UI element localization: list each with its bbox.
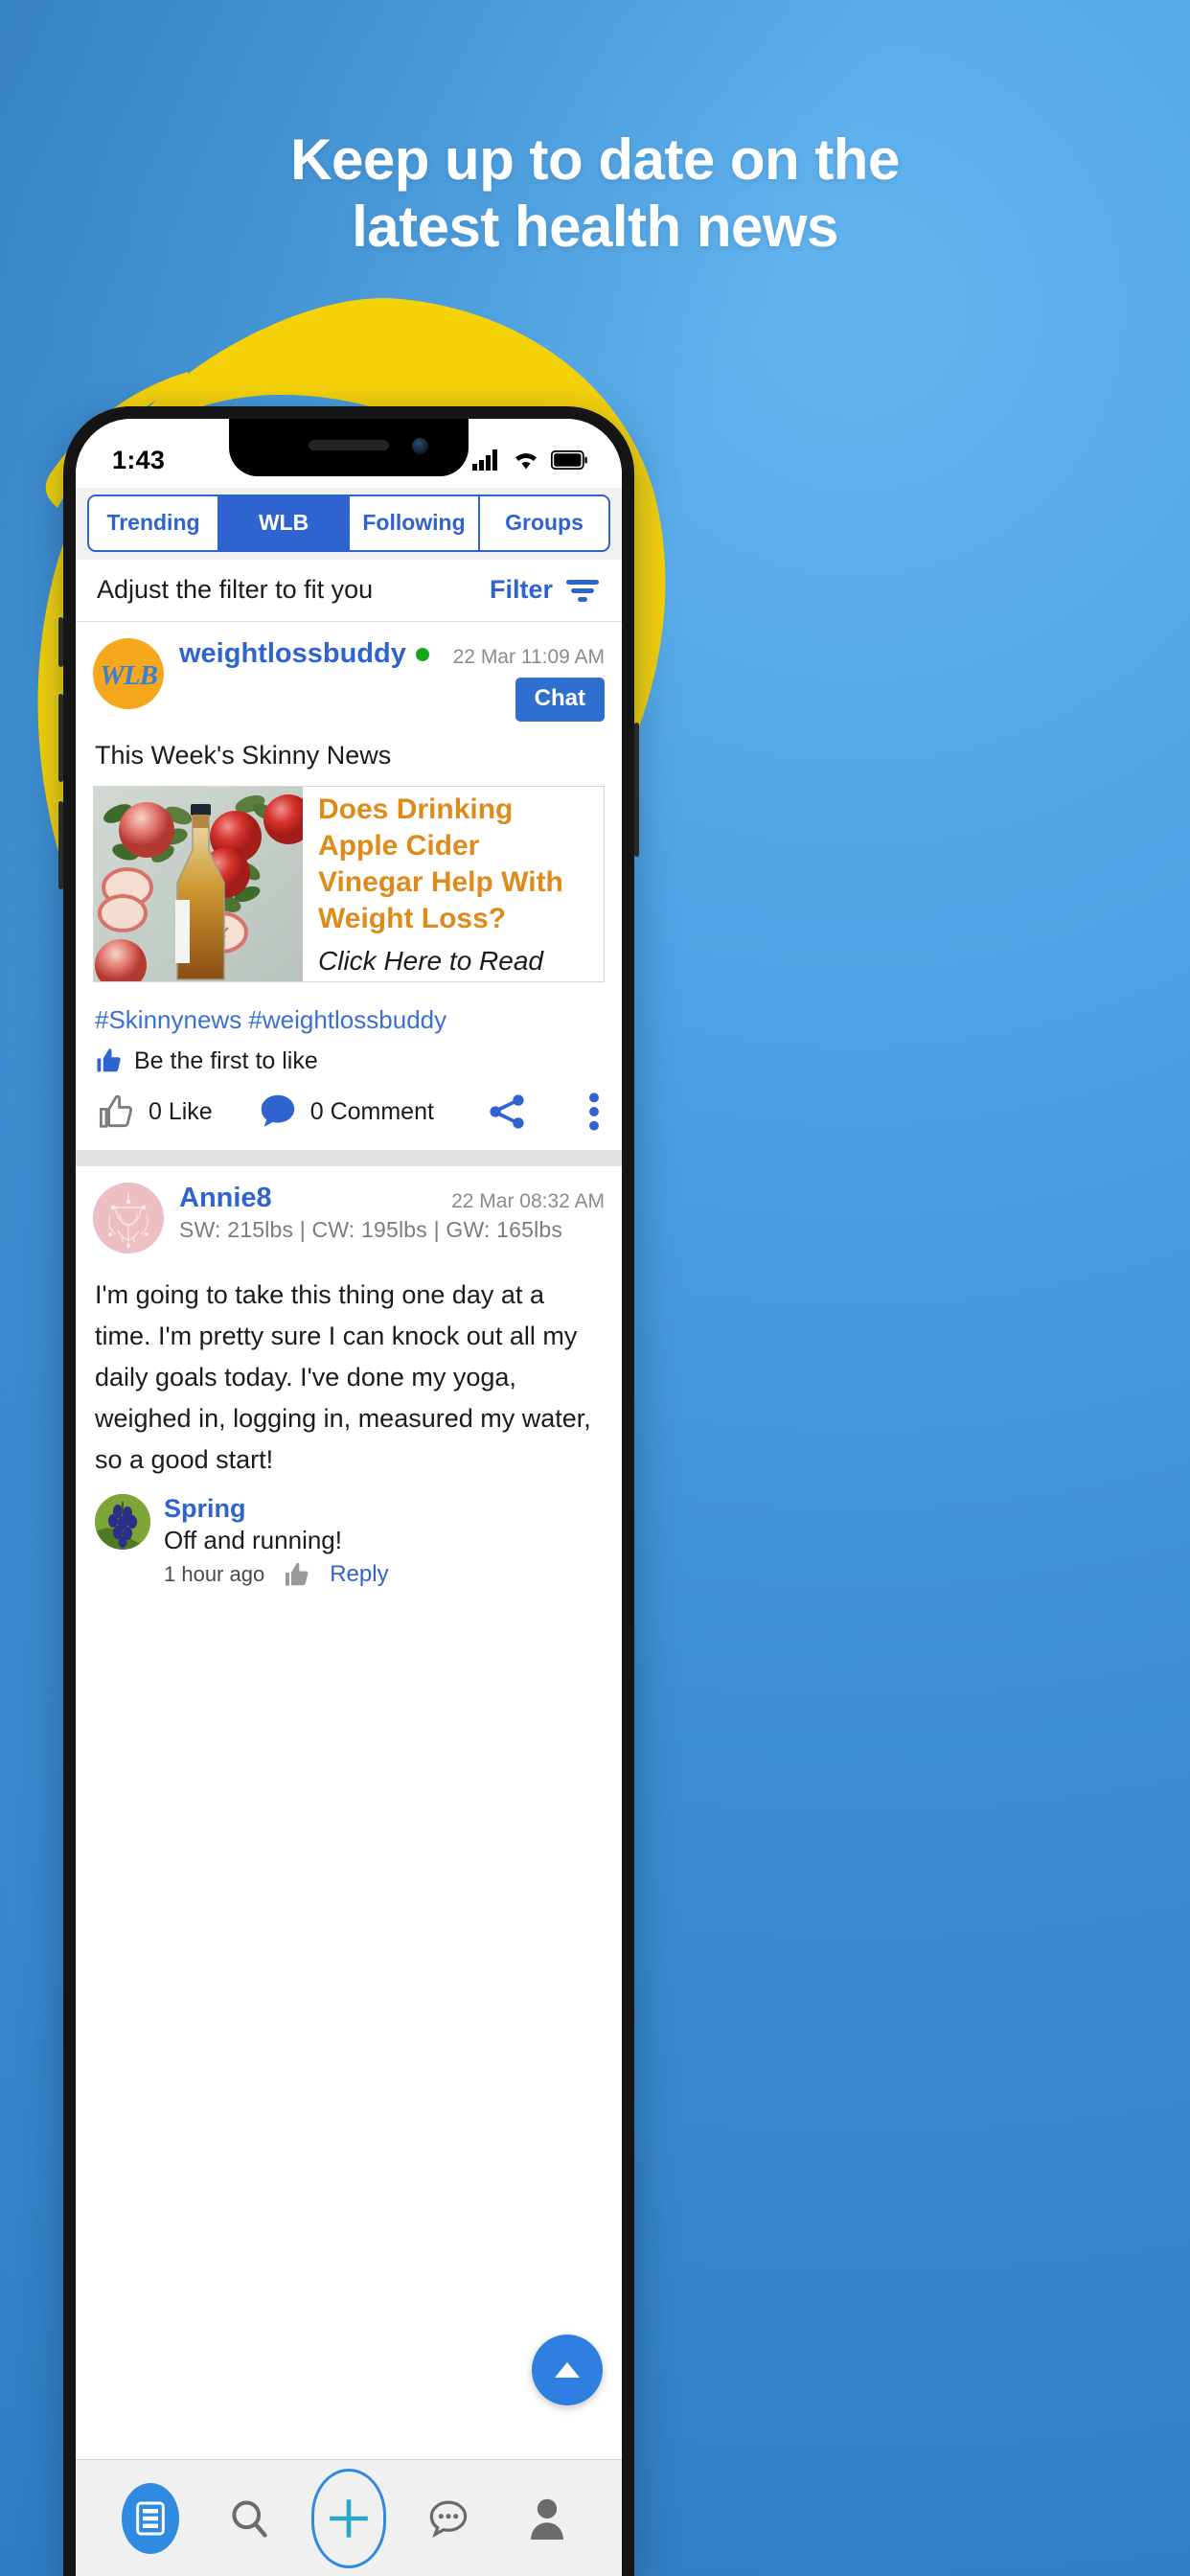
feed-separator [76,1150,622,1166]
tab-wlb[interactable]: WLB [219,496,350,550]
post-username-label: weightlossbuddy [179,638,406,669]
post-timestamp: 22 Mar 11:09 AM [452,646,605,668]
feed: WLB weightlossbuddy 22 Mar 11:09 AM Chat [76,622,622,1590]
comment-button[interactable]: 0 Comment [257,1091,434,1133]
filter-label[interactable]: Filter [490,575,553,605]
post-action-bar: 0 Like 0 Comment [76,1075,622,1150]
search-icon [232,2499,268,2538]
avatar[interactable]: WLB [93,638,164,709]
post-header: Annie8 22 Mar 08:32 AM SW: 215lbs | CW: … [76,1166,622,1259]
filter-hint: Adjust the filter to fit you [97,575,374,604]
headline-line-1: Keep up to date on the [290,127,900,192]
feed-icon [135,2501,165,2535]
post-weight-stats: SW: 215lbs | CW: 195lbs | GW: 165lbs [179,1217,563,1242]
promo-headline: Keep up to date on the latest health new… [0,126,1190,261]
comment-reply-button[interactable]: Reply [330,1561,388,1588]
tabstrip-container: Trending WLB Following Groups [76,488,622,560]
post-header: WLB weightlossbuddy 22 Mar 11:09 AM Chat [76,622,622,727]
phone-volume-down-button [58,801,63,889]
profile-icon [531,2498,564,2540]
status-icons [472,449,587,471]
chat-button[interactable]: Chat [515,678,605,722]
post-title: This Week's Skinny News [95,741,392,770]
wifi-icon [515,453,537,470]
status-time: 1:43 [112,445,166,474]
filter-icon[interactable] [564,576,601,605]
filter-control[interactable]: Filter [490,575,601,605]
phone-power-button [634,723,639,857]
filter-row: Adjust the filter to fit you Filter [76,560,622,622]
notch [229,419,469,476]
post-menu-button[interactable] [587,1091,601,1133]
tab-trending[interactable]: Trending [89,496,219,550]
comment-time: 1 hour ago [164,1562,265,1586]
article-cta[interactable]: Click Here to Read [318,946,592,977]
bottom-navigation [76,2459,622,2576]
chandelier-avatar-icon [93,1183,164,1254]
status-bar: 1:43 [76,419,622,488]
comment-meta: 1 hour ago Reply [164,1559,603,1590]
post-username-label: Annie8 [179,1183,272,1213]
phone-screen: 1:43 Trending WLB Following Groups Adjus… [76,419,622,2576]
comment-text: Off and running! [164,1526,342,1554]
share-icon [490,1094,524,1129]
article-image [94,787,303,981]
earpiece-speaker-icon [309,440,389,450]
article-card[interactable]: Does Drinking Apple Cider Vinegar Help W… [93,786,605,982]
headline-line-2: latest health news [352,195,838,259]
article-title: Does Drinking Apple Cider Vinegar Help W… [318,794,563,934]
post-hashtags[interactable]: #Skinnynews #weightlossbuddy [76,982,622,1035]
post-body-text: I'm going to take this thing one day at … [95,1280,591,1474]
thumbs-up-icon [99,1094,133,1128]
chat-button-row: Chat [179,670,605,722]
like-count: 0 Like [149,1097,213,1125]
phone-volume-up-button [58,694,63,782]
like-hint-text: Be the first to like [134,1046,318,1074]
thumbs-up-filled-icon [97,1048,121,1072]
like-button[interactable]: 0 Like [97,1092,213,1132]
front-camera-icon [412,438,428,454]
comment-count: 0 Comment [309,1097,434,1125]
post-header-body: weightlossbuddy 22 Mar 11:09 AM Chat [164,638,605,722]
like-hint-row: Be the first to like [76,1035,622,1075]
post-weightlossbuddy: WLB weightlossbuddy 22 Mar 11:09 AM Chat [76,622,622,1150]
online-status-icon [415,647,429,661]
post-username[interactable]: weightlossbuddy [179,638,429,670]
comment-avatar[interactable] [95,1494,150,1550]
berries-avatar-icon [95,1494,150,1550]
plus-icon [330,2498,368,2538]
tabstrip: Trending WLB Following Groups [87,494,610,552]
comment-bubble-icon [261,1094,294,1127]
article-body: Does Drinking Apple Cider Vinegar Help W… [303,787,604,981]
more-vertical-icon [589,1092,599,1131]
nav-feed[interactable] [113,2481,188,2556]
avatar-initials: WLB [100,659,158,691]
post-header-top: Annie8 22 Mar 08:32 AM [179,1183,605,1214]
comment-username[interactable]: Spring [164,1494,603,1524]
comment-item: Spring Off and running! 1 hour ago Reply [76,1488,622,1590]
nav-create[interactable] [310,2468,386,2568]
nav-profile[interactable] [510,2481,584,2556]
nav-search[interactable] [212,2481,286,2556]
chat-bubble-icon [429,2500,467,2538]
tab-following[interactable]: Following [350,496,480,550]
phone-frame: 1:43 Trending WLB Following Groups Adjus… [58,406,639,2576]
post-username[interactable]: Annie8 [179,1183,272,1214]
scroll-to-top-button[interactable] [532,2334,603,2405]
apples-and-cider-vinegar-image [94,787,303,981]
phone-mute-switch [58,617,63,667]
avatar[interactable] [93,1183,164,1254]
post-header-body: Annie8 22 Mar 08:32 AM SW: 215lbs | CW: … [164,1183,605,1254]
battery-icon [551,450,587,470]
nav-messages[interactable] [411,2481,486,2556]
cellular-signal-icon [472,449,497,471]
thumbs-up-icon[interactable] [282,1559,312,1590]
comment-body: Spring Off and running! 1 hour ago Reply [164,1494,603,1590]
tab-groups[interactable]: Groups [480,496,608,550]
scroll-to-top-icon [555,2362,580,2378]
post-header-top: weightlossbuddy 22 Mar 11:09 AM [179,638,605,670]
share-button[interactable] [486,1091,528,1133]
post-timestamp: 22 Mar 08:32 AM [451,1190,605,1212]
post-annie8: Annie8 22 Mar 08:32 AM SW: 215lbs | CW: … [76,1166,622,1590]
